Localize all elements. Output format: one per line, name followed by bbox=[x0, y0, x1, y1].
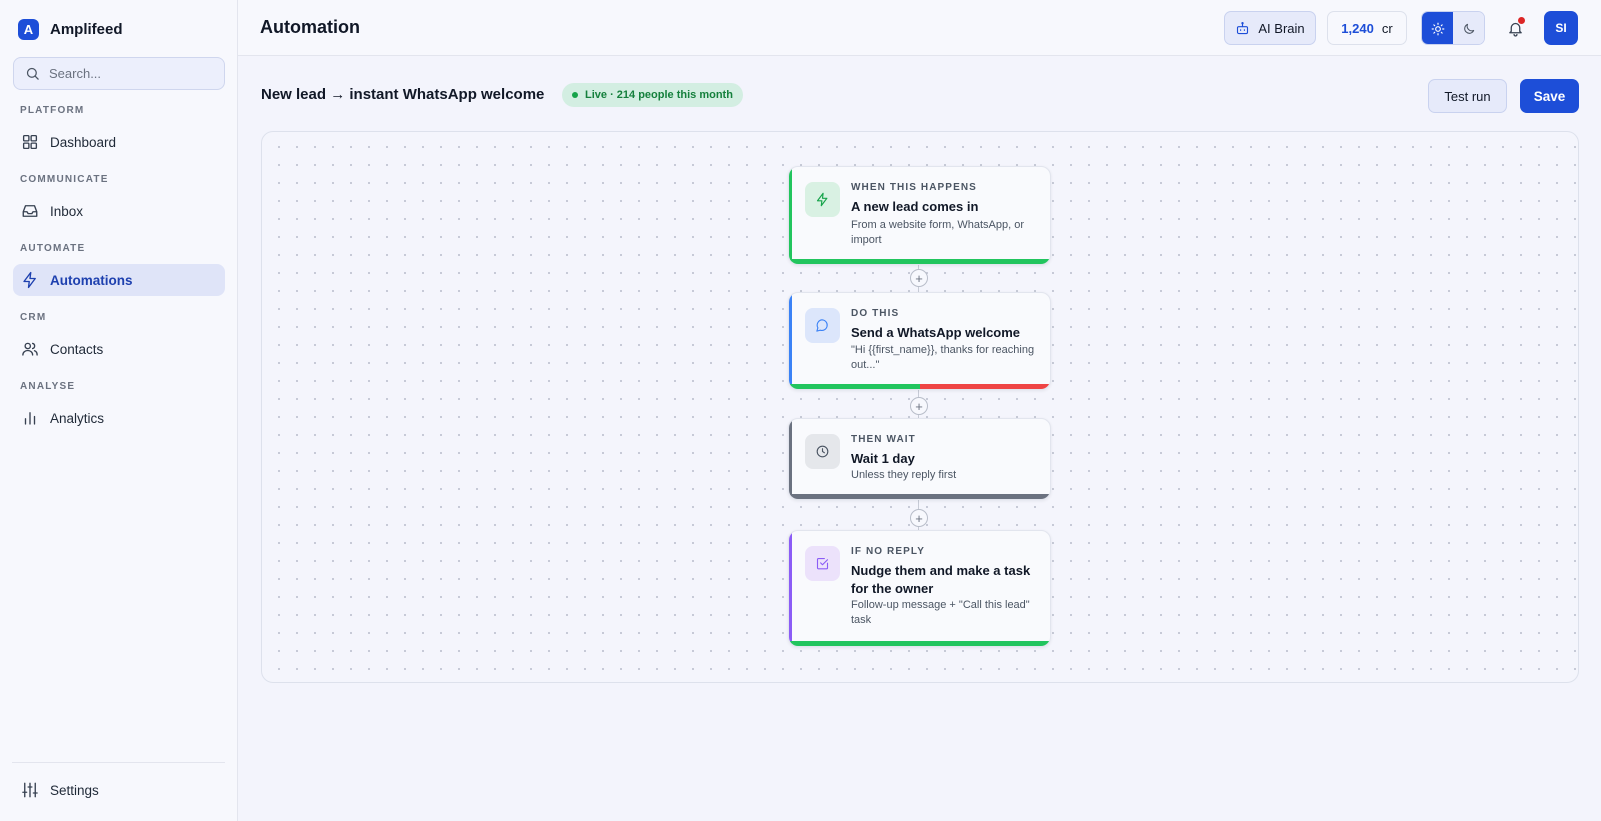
sidebar-item-label: Settings bbox=[50, 782, 99, 798]
brand-logo: A bbox=[18, 19, 39, 40]
add-step-button[interactable]: + bbox=[910, 509, 928, 527]
status-text: Live · 214 people this month bbox=[585, 89, 733, 101]
sidebar-item-inbox[interactable]: Inbox bbox=[13, 195, 225, 227]
avatar[interactable]: SI bbox=[1544, 11, 1578, 45]
grid-icon bbox=[22, 134, 38, 150]
search-icon bbox=[26, 67, 39, 80]
add-step-button[interactable]: + bbox=[910, 397, 928, 415]
sidebar-item-automations[interactable]: Automations bbox=[13, 264, 225, 296]
node-bottom-bar bbox=[789, 259, 1050, 264]
theme-toggle[interactable] bbox=[1421, 11, 1485, 45]
wait-node[interactable]: THEN WAIT Wait 1 day Unless they reply f… bbox=[788, 418, 1051, 500]
nav-section-automate: AUTOMATE bbox=[20, 243, 86, 254]
sidebar-item-analytics[interactable]: Analytics bbox=[13, 402, 225, 434]
sidebar-item-label: Analytics bbox=[50, 410, 105, 426]
node-title: Nudge them and make a task for the owner bbox=[851, 563, 1031, 596]
node-bottom-bar bbox=[789, 384, 1050, 389]
trigger-node[interactable]: WHEN THIS HAPPENS A new lead comes in Fr… bbox=[788, 166, 1051, 265]
sidebar-item-contacts[interactable]: Contacts bbox=[13, 333, 225, 365]
node-kicker: WHEN THIS HAPPENS bbox=[851, 182, 977, 193]
nav-section-analyse: ANALYSE bbox=[20, 381, 76, 392]
bar-chart-icon bbox=[24, 412, 36, 425]
users-icon bbox=[22, 342, 38, 356]
page-title: Automation bbox=[260, 17, 360, 37]
checkbox-icon bbox=[816, 557, 829, 570]
node-kicker: THEN WAIT bbox=[851, 434, 916, 445]
node-accent bbox=[789, 293, 792, 389]
node-accent bbox=[789, 531, 792, 646]
save-button[interactable]: Save bbox=[1520, 79, 1579, 113]
node-bottom-bar bbox=[789, 494, 1050, 499]
inbox-icon bbox=[22, 205, 38, 217]
node-title: Wait 1 day bbox=[851, 451, 915, 466]
clock-icon bbox=[816, 445, 829, 458]
node-icon-box bbox=[805, 546, 840, 581]
status-badge: Live · 214 people this month bbox=[562, 83, 743, 107]
node-icon-box bbox=[805, 434, 840, 469]
sidebar-item-settings[interactable]: Settings bbox=[13, 774, 225, 806]
top-bar: Automation AI Brain 1,240 cr SI bbox=[238, 0, 1601, 56]
ai-brain-button[interactable]: AI Brain bbox=[1224, 11, 1316, 45]
sidebar-item-label: Inbox bbox=[50, 203, 84, 219]
nav-section-communicate: COMMUNICATE bbox=[20, 174, 109, 185]
notification-dot bbox=[1518, 17, 1525, 24]
condition-node[interactable]: IF NO REPLY Nudge them and make a task f… bbox=[788, 530, 1051, 647]
add-step-button[interactable]: + bbox=[910, 269, 928, 287]
node-icon-box bbox=[805, 182, 840, 217]
node-bottom-bar bbox=[789, 641, 1050, 646]
lightning-icon bbox=[23, 271, 36, 289]
node-description: Follow-up message + "Call this lead" tas… bbox=[851, 599, 1030, 626]
sidebar-item-label: Dashboard bbox=[50, 134, 117, 150]
dark-theme-button[interactable] bbox=[1453, 12, 1484, 44]
node-kicker: IF NO REPLY bbox=[851, 546, 925, 557]
credits-unit: cr bbox=[1381, 20, 1393, 36]
nav-section-crm: CRM bbox=[20, 312, 47, 323]
sidebar-divider bbox=[12, 762, 225, 763]
node-title: Send a WhatsApp welcome bbox=[851, 325, 1021, 340]
node-accent bbox=[789, 167, 792, 264]
nav-section-platform: PLATFORM bbox=[20, 105, 85, 116]
light-theme-button[interactable] bbox=[1422, 12, 1453, 44]
node-description: Unless they reply first bbox=[851, 469, 957, 481]
moon-icon bbox=[1463, 23, 1474, 34]
sidebar-item-label: Automations bbox=[50, 272, 133, 288]
sun-icon bbox=[1431, 22, 1444, 36]
brand-name: Amplifeed bbox=[50, 21, 123, 38]
notifications-button[interactable] bbox=[1503, 16, 1527, 40]
sidebar: A Amplifeed PLATFORM Dashboard COMMUNICA… bbox=[0, 0, 238, 821]
search-input[interactable] bbox=[49, 66, 209, 81]
node-kicker: DO THIS bbox=[851, 308, 900, 319]
lightning-icon bbox=[816, 192, 828, 207]
brand[interactable]: A Amplifeed bbox=[18, 19, 123, 40]
node-icon-box bbox=[805, 308, 840, 343]
sliders-icon bbox=[22, 782, 38, 798]
flow-title: New lead → instant WhatsApp welcome bbox=[261, 86, 545, 103]
action-node[interactable]: DO THIS Send a WhatsApp welcome "Hi {{fi… bbox=[788, 292, 1051, 390]
robot-icon bbox=[1237, 21, 1249, 34]
node-description: From a website form, WhatsApp, or import bbox=[851, 219, 1024, 246]
live-dot bbox=[572, 92, 578, 98]
search-box[interactable] bbox=[13, 57, 225, 90]
credits-display[interactable]: 1,240 cr bbox=[1327, 11, 1407, 45]
sidebar-item-dashboard[interactable]: Dashboard bbox=[13, 126, 225, 158]
node-title: A new lead comes in bbox=[851, 199, 979, 214]
node-accent bbox=[789, 419, 792, 499]
ai-brain-label: AI Brain bbox=[1258, 20, 1305, 36]
sidebar-item-label: Contacts bbox=[50, 341, 104, 357]
node-description: "Hi {{first_name}}, thanks for reaching … bbox=[851, 344, 1035, 371]
test-run-button[interactable]: Test run bbox=[1428, 79, 1507, 113]
credits-value: 1,240 bbox=[1341, 20, 1374, 36]
chat-bubble-icon bbox=[816, 319, 828, 332]
